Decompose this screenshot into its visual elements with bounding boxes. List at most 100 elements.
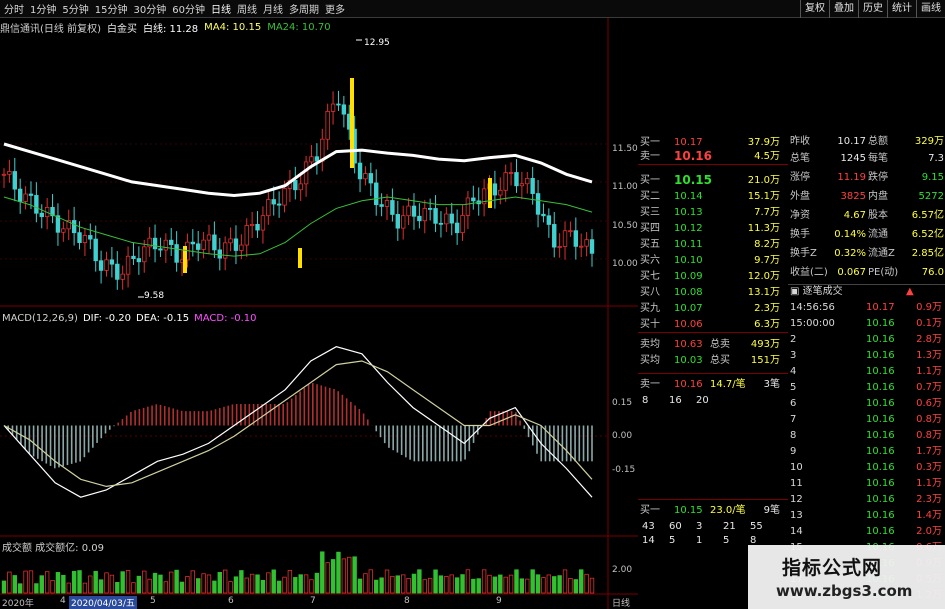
tick-volume: 0.3万 xyxy=(916,462,942,473)
toolbar-button[interactable]: 复权 xyxy=(800,0,829,18)
period-tab[interactable]: 60分钟 xyxy=(172,1,205,16)
queue-price: 10.15 xyxy=(674,505,703,516)
period-tab[interactable]: 5分钟 xyxy=(62,1,88,16)
order-book-row[interactable]: 买九 10.07 2.3万 xyxy=(638,301,788,316)
order-book-row[interactable]: 买五 10.11 8.2万 xyxy=(638,237,788,252)
order-book-row[interactable]: 买六 10.10 9.7万 xyxy=(638,253,788,268)
stat-value: 3825 xyxy=(840,191,866,202)
tick-list-title[interactable]: ▣ 逐笔成交 ▲ xyxy=(788,284,945,298)
candle-body xyxy=(104,259,109,271)
tick-list-title-text: 逐笔成交 xyxy=(802,286,843,297)
volume-bar xyxy=(433,569,438,594)
stat-value: 7.3 xyxy=(928,153,944,164)
candle-body xyxy=(293,180,298,191)
volume-bar xyxy=(579,569,584,594)
stat-key: 总额 xyxy=(868,136,888,147)
period-tab[interactable]: 30分钟 xyxy=(133,1,166,16)
candle-body xyxy=(93,238,98,262)
candle-body xyxy=(454,222,460,234)
toolbar-button[interactable]: 叠加 xyxy=(829,0,858,18)
stat-value: 0.067 xyxy=(837,267,866,278)
tick-row: 8 10.16 0.8万 xyxy=(788,428,945,444)
order-book-row[interactable]: 买七 10.09 12.0万 xyxy=(638,269,788,284)
order-book-row[interactable]: 买一 10.17 37.9万 xyxy=(638,135,788,150)
summary-price: 10.03 xyxy=(674,355,703,366)
volume-bar xyxy=(557,575,562,594)
volume-bar xyxy=(206,574,212,594)
order-book-row[interactable]: 买四 10.12 11.3万 xyxy=(638,221,788,236)
volume-bar xyxy=(514,569,519,594)
order-label: 买二 xyxy=(640,191,660,202)
volume-bar xyxy=(449,574,454,594)
tick-list-toggle-icon[interactable]: ▣ xyxy=(790,286,799,297)
tick-volume: 1.1万 xyxy=(916,478,942,489)
candle-body xyxy=(508,172,514,174)
candle-body xyxy=(417,215,422,222)
period-tab[interactable]: 月线 xyxy=(263,1,283,16)
tick-row: 14 10.16 2.0万 xyxy=(788,524,945,540)
tick-time: 13 xyxy=(790,510,803,521)
x-axis-month: 5 xyxy=(150,596,156,606)
order-summary-row: 买均 10.03 总买 151万 xyxy=(638,353,788,368)
candle-body xyxy=(249,223,255,226)
highlight-candle xyxy=(298,248,302,268)
candle-body xyxy=(131,255,136,259)
volume-bar xyxy=(390,575,395,594)
order-label: 买八 xyxy=(640,287,660,298)
period-tab[interactable]: 日线 xyxy=(211,1,231,16)
tick-volume: 0.7万 xyxy=(916,382,942,393)
candle-body xyxy=(228,238,233,244)
volume-bar xyxy=(444,575,449,594)
order-book-row[interactable]: 买十 10.06 6.3万 xyxy=(638,317,788,332)
candle-body xyxy=(573,230,579,247)
volume-bar xyxy=(530,569,535,594)
queue-item: 20 xyxy=(696,395,709,406)
toolbar-button[interactable]: 画线 xyxy=(916,0,945,18)
volume-bar xyxy=(320,551,325,594)
volume-bar xyxy=(357,578,363,594)
period-tab[interactable]: 多周期 xyxy=(289,1,319,16)
volume-bar xyxy=(487,574,492,594)
period-tab[interactable]: 15分钟 xyxy=(95,1,128,16)
scroll-up-icon[interactable]: ▲ xyxy=(906,285,914,299)
tick-row: 15:00:00 10.16 0.1万 xyxy=(788,316,945,332)
tick-volume: 0.6万 xyxy=(916,398,942,409)
volume-bar xyxy=(406,578,411,594)
candle-body xyxy=(438,222,444,225)
toolbar-button[interactable]: 统计 xyxy=(887,0,916,18)
ma24-line xyxy=(3,196,593,257)
candle-body xyxy=(1,173,7,176)
order-volume: 11.3万 xyxy=(747,223,780,234)
period-tab[interactable]: 1分钟 xyxy=(30,1,56,16)
tick-price: 10.16 xyxy=(866,446,895,457)
candle-body xyxy=(239,244,244,251)
period-tab[interactable]: 分时 xyxy=(4,1,24,16)
order-label: 卖一 xyxy=(640,151,660,162)
queue-item: 5 xyxy=(723,535,730,546)
candle-body xyxy=(535,193,541,215)
order-book-row[interactable]: 买二 10.14 15.1万 xyxy=(638,189,788,204)
order-volume: 8.2万 xyxy=(754,239,780,250)
x-axis-month: 6 xyxy=(228,596,234,606)
order-book-row[interactable]: 买一 10.15 21.0万 xyxy=(638,173,788,188)
period-tab[interactable]: 更多 xyxy=(325,1,345,16)
queue-items-row: 8 16 20 xyxy=(638,393,788,408)
tick-time: 2 xyxy=(790,334,797,345)
volume-bar xyxy=(104,572,109,594)
order-book-row[interactable]: 买八 10.08 13.1万 xyxy=(638,285,788,300)
toolbar-button[interactable]: 历史 xyxy=(858,0,887,18)
high-price-label: 12.95 xyxy=(364,38,390,48)
order-book-row[interactable]: 卖一 10.16 4.5万 xyxy=(638,149,788,164)
volume-bar xyxy=(23,570,28,594)
order-volume: 2.3万 xyxy=(754,303,780,314)
candle-body xyxy=(541,213,546,217)
x-axis-period: 日线 xyxy=(612,599,631,609)
queue-label: 卖一 xyxy=(640,379,660,390)
volume-bar xyxy=(330,559,336,594)
order-book-row[interactable]: 买三 10.13 7.7万 xyxy=(638,205,788,220)
period-tab[interactable]: 周线 xyxy=(237,1,257,16)
volume-bar xyxy=(282,576,287,594)
candle-body xyxy=(530,178,535,194)
order-label: 买三 xyxy=(640,207,660,218)
order-volume: 6.3万 xyxy=(754,319,780,330)
